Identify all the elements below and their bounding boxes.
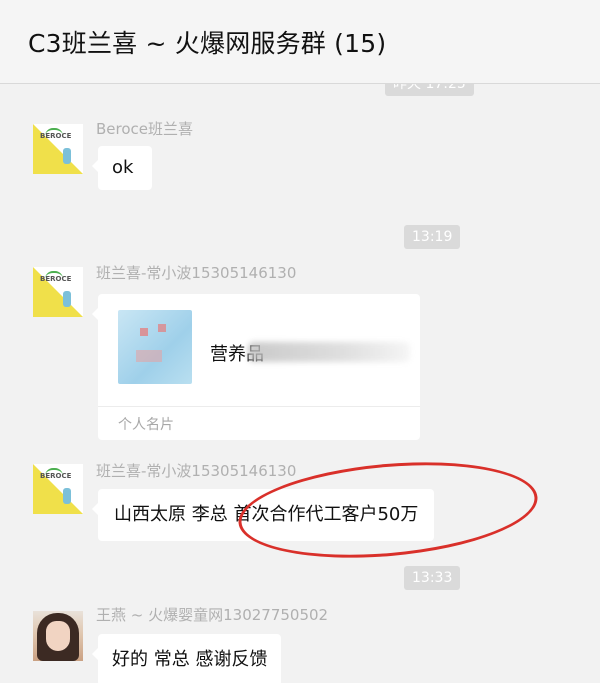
sender-name: 班兰喜-常小波15305146130 [96, 462, 297, 480]
card-divider [98, 406, 420, 407]
contact-card[interactable]: 营养品 个人名片 [92, 294, 420, 440]
message-bubble[interactable]: 好的 常总 感谢反馈 [91, 634, 282, 683]
message-text: ok [112, 157, 134, 178]
sender-name: 王燕 ~ 火爆婴童网13027750502 [96, 606, 329, 624]
chat-area[interactable]: 昨天 17:25 BEROCE Beroce班兰喜 ok 13:19 BEROC… [0, 84, 600, 683]
logo-avatar-icon[interactable]: BEROCE [33, 124, 83, 174]
timestamp-badge: 13:19 [404, 225, 461, 249]
sender-name: Beroce班兰喜 [96, 120, 194, 138]
logo-avatar-icon[interactable]: BEROCE [33, 464, 83, 514]
sender-name: 班兰喜-常小波15305146130 [96, 264, 297, 282]
logo-avatar-icon[interactable]: BEROCE [33, 267, 83, 317]
message-bubble[interactable]: ok [92, 146, 152, 190]
user-photo-avatar-icon[interactable] [33, 611, 83, 661]
chat-header: C3班兰喜 ~ 火爆网服务群 (15) [0, 0, 600, 84]
chat-title[interactable]: C3班兰喜 ~ 火爆网服务群 (15) [28, 24, 386, 60]
card-thumbnail [118, 310, 192, 384]
blurred-text [248, 342, 410, 362]
message-text: 好的 常总 感谢反馈 [112, 649, 268, 670]
timestamp-badge: 昨天 17:25 [385, 84, 474, 96]
timestamp-badge: 13:33 [404, 566, 461, 590]
card-type-label: 个人名片 [118, 417, 174, 433]
